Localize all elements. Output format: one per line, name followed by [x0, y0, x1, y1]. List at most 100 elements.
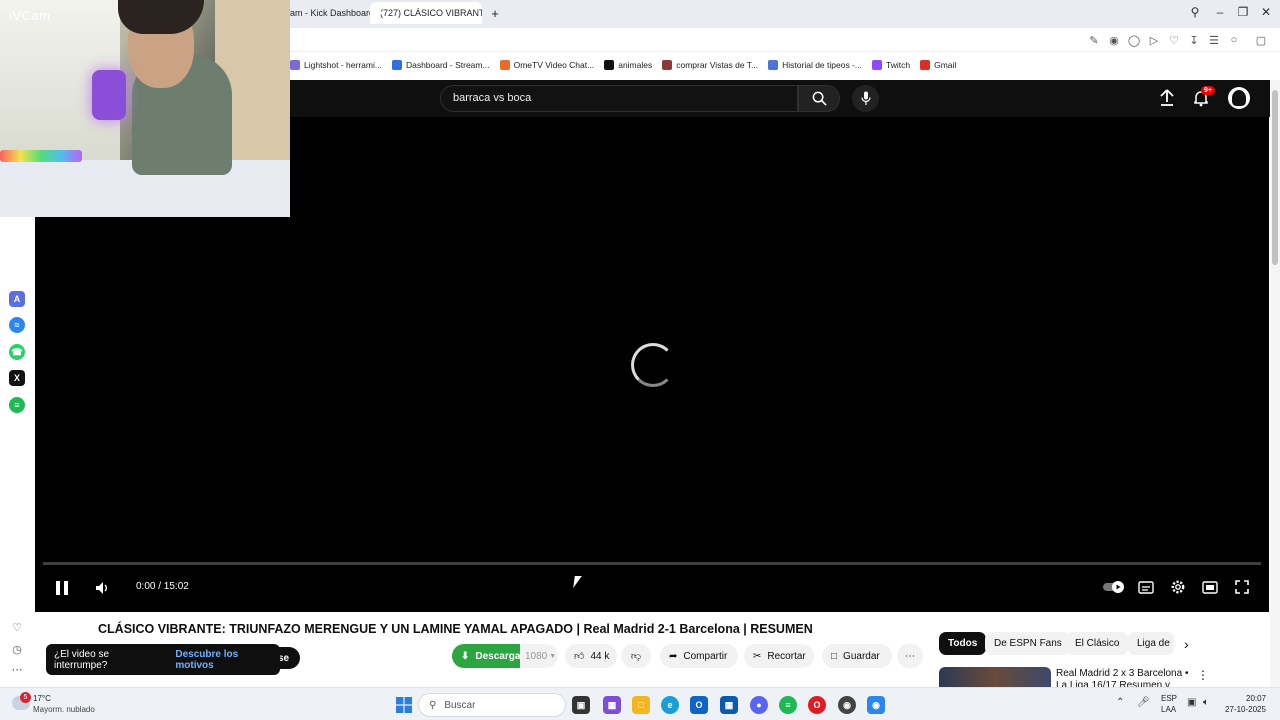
- bookmark-item[interactable]: Twitch: [871, 60, 911, 70]
- shield-icon[interactable]: ◯: [1127, 34, 1141, 47]
- spotify-icon[interactable]: ≡: [779, 696, 797, 714]
- toast-text: ¿El video se interrumpe?: [54, 648, 110, 671]
- toast-link[interactable]: Descubre los motivos: [175, 649, 272, 671]
- bookmark-label: Twitch: [885, 60, 911, 70]
- obs-icon[interactable]: ◉: [838, 696, 856, 714]
- discord-icon[interactable]: ●: [750, 696, 768, 714]
- chip-el-clasico[interactable]: El Clásico: [1066, 632, 1129, 655]
- clip-button[interactable]: ✂ Recortar: [744, 644, 814, 668]
- app-icon[interactable]: ◉: [867, 696, 885, 714]
- download-button[interactable]: ⬇ Descargar: [452, 644, 524, 668]
- bookmark-label: animales: [618, 60, 653, 70]
- progress-bar[interactable]: [43, 562, 1261, 565]
- fullscreen-icon: [1235, 580, 1249, 594]
- voice-search-button[interactable]: [852, 85, 879, 112]
- playback-issue-toast: ¿El video se interrumpe? Descubre los mo…: [46, 644, 280, 675]
- tab-search-icon[interactable]: ⚲: [1186, 5, 1204, 19]
- dislike-button[interactable]: 👎︎: [621, 644, 651, 668]
- tray-microphone-icon[interactable]: 🎤︎: [1137, 697, 1150, 708]
- menu-icon[interactable]: ☰: [1207, 34, 1221, 47]
- sidebar-heart-icon[interactable]: ♡: [10, 621, 24, 634]
- sidebar-appstore-icon[interactable]: A: [9, 291, 25, 307]
- chip-liga[interactable]: Liga de: [1128, 632, 1174, 655]
- subtitles-button[interactable]: [1137, 579, 1155, 595]
- tab-kick-dashboard[interactable]: am - Kick Dashboard: [290, 2, 370, 24]
- chips-next-icon[interactable]: ›: [1184, 636, 1189, 652]
- minimize-icon[interactable]: –: [1211, 5, 1229, 19]
- autoplay-toggle[interactable]: [1102, 580, 1126, 594]
- restore-icon[interactable]: ❐: [1234, 5, 1252, 19]
- bookmark-item[interactable]: Gmail: [920, 60, 956, 70]
- windows-start-button[interactable]: [396, 697, 412, 713]
- subtitles-icon: [1138, 580, 1154, 594]
- close-icon[interactable]: ✕: [1257, 5, 1275, 19]
- settings-button[interactable]: [1169, 578, 1187, 596]
- language-top[interactable]: ESP: [1161, 694, 1177, 703]
- sidebar-x-icon[interactable]: X: [9, 370, 25, 386]
- share-button[interactable]: ➦ Compartir: [660, 644, 738, 668]
- search-input[interactable]: barraca vs boca: [440, 85, 798, 112]
- task-view-icon[interactable]: ▣: [572, 696, 590, 714]
- fullscreen-button[interactable]: [1233, 579, 1251, 595]
- clock-time[interactable]: 20:07: [1246, 694, 1266, 703]
- recommendation-thumbnail[interactable]: [939, 667, 1051, 687]
- new-tab-button[interactable]: +: [488, 2, 502, 24]
- chip-todos[interactable]: Todos: [939, 632, 987, 655]
- sidebar-history-icon[interactable]: ◷: [10, 643, 24, 656]
- search-icon: ⚲: [429, 699, 437, 711]
- bookmark-item[interactable]: animales: [604, 60, 652, 70]
- heart-icon[interactable]: ♡: [1167, 34, 1181, 47]
- extension-icon[interactable]: ▢: [1254, 34, 1268, 47]
- recommendation-title[interactable]: Real Madrid 2 x 3 Barcelona • La Liga 16…: [1056, 668, 1191, 687]
- edit-icon[interactable]: ✎: [1087, 34, 1101, 47]
- bookmark-favicon-icon: [768, 60, 779, 70]
- subscribe-button[interactable]: se: [278, 647, 300, 669]
- bookmark-item[interactable]: OmeTV Video Chat...: [499, 60, 594, 70]
- notifications-button[interactable]: 9+: [1192, 86, 1215, 110]
- volume-icon: [96, 582, 107, 594]
- sidebar-whatsapp-icon[interactable]: ☎: [9, 344, 25, 360]
- bookmark-item[interactable]: Lightshot - herrami...: [290, 60, 382, 70]
- file-explorer-icon[interactable]: □: [632, 696, 650, 714]
- tray-chevron-up-icon[interactable]: ⌃: [1116, 697, 1124, 708]
- search-button[interactable]: [798, 85, 840, 112]
- profile-icon[interactable]: ○: [1227, 34, 1241, 46]
- bookmark-label: Historial de tipeos -...: [782, 60, 862, 70]
- edge-icon[interactable]: e: [661, 696, 679, 714]
- chip-espn-fans[interactable]: De ESPN Fans: [985, 632, 1071, 655]
- weather-badge: 5: [20, 692, 31, 703]
- play-icon[interactable]: ▷: [1147, 34, 1161, 47]
- avatar-silhouette: [1232, 90, 1246, 106]
- recommendation-menu-icon[interactable]: ⋮: [1197, 668, 1209, 682]
- quality-select[interactable]: 1080 ▼: [520, 644, 558, 668]
- page-scrollbar[interactable]: [1270, 80, 1280, 687]
- pause-button[interactable]: [52, 578, 72, 598]
- weather-temp[interactable]: 17°C: [33, 694, 51, 703]
- sidebar-more-icon[interactable]: ⋯: [10, 663, 24, 676]
- store-icon[interactable]: ▦: [720, 696, 738, 714]
- tab-youtube-video[interactable]: (727) CLÁSICO VIBRANTE: [370, 2, 482, 24]
- scrollbar-thumb[interactable]: [1272, 90, 1278, 265]
- taskbar-search[interactable]: ⚲ Buscar: [418, 693, 566, 717]
- widgets-icon[interactable]: ▦: [603, 696, 621, 714]
- opera-gx-icon[interactable]: O: [808, 696, 826, 714]
- more-actions-button[interactable]: ⋯: [897, 644, 923, 668]
- bookmark-item[interactable]: Historial de tipeos -...: [768, 60, 862, 70]
- download-icon[interactable]: ↧: [1187, 34, 1201, 47]
- theater-mode-button[interactable]: [1201, 579, 1219, 595]
- save-button[interactable]: □ Guardar: [822, 644, 892, 668]
- network-icon[interactable]: ▣: [1187, 697, 1196, 708]
- avatar[interactable]: [1228, 87, 1250, 109]
- upload-button[interactable]: [1159, 89, 1175, 110]
- bookmark-label: Gmail: [934, 60, 957, 70]
- camera-icon[interactable]: ◉: [1107, 34, 1121, 47]
- volume-button[interactable]: [93, 579, 113, 597]
- bookmark-favicon-icon: [662, 60, 673, 70]
- speaker-icon[interactable]: 🔈︎: [1203, 697, 1209, 708]
- sidebar-spotify-icon[interactable]: ≡: [9, 397, 25, 413]
- bookmark-item[interactable]: Dashboard - Stream...: [391, 60, 490, 70]
- outlook-icon[interactable]: O: [690, 696, 708, 714]
- bookmark-item[interactable]: comprar Vistas de T...: [662, 60, 758, 70]
- like-button[interactable]: 👍︎ 44 k: [565, 644, 617, 668]
- sidebar-messenger-icon[interactable]: ≈: [9, 317, 25, 333]
